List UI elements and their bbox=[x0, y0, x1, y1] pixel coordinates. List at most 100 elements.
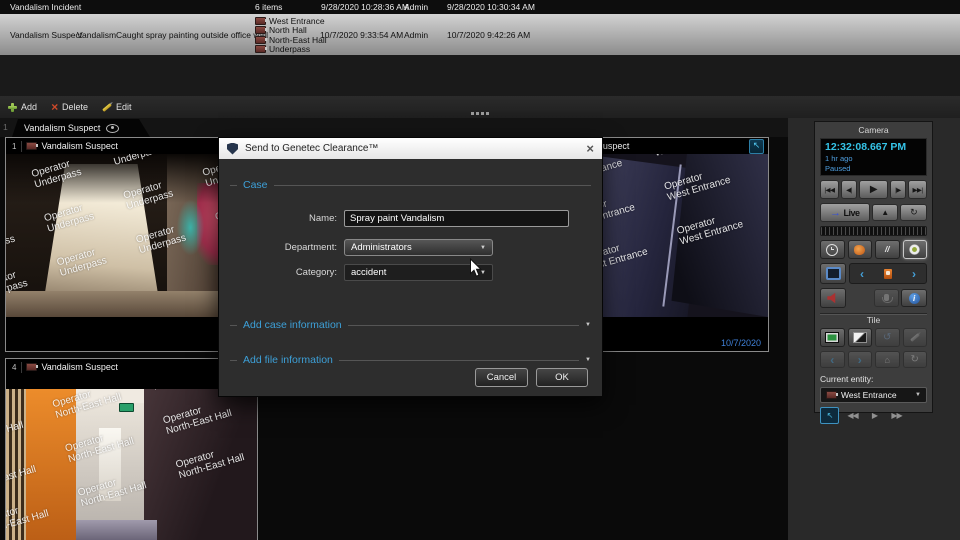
playback-state: Paused bbox=[825, 164, 851, 173]
department-value: Administrators bbox=[351, 242, 412, 253]
dialog-body: Case Name: Department: Administrators ▼ … bbox=[219, 159, 602, 395]
tile-tool-row-1: ↺ bbox=[820, 328, 927, 347]
stream-info-button[interactable] bbox=[901, 289, 928, 307]
refresh-button[interactable]: ↻ bbox=[902, 351, 927, 368]
incident-name: Vandalism Incident bbox=[10, 2, 82, 12]
dialog-title-bar[interactable]: Send to Genetec Clearance™ × bbox=[219, 138, 602, 159]
hall-end-door bbox=[98, 428, 122, 501]
playback-timestamp: 12:32:08.667 PM bbox=[825, 141, 907, 153]
step-forward-button[interactable]: |▶ bbox=[889, 180, 907, 199]
home-button[interactable]: ⌂ bbox=[875, 351, 900, 368]
camera-name: North Hall bbox=[269, 25, 307, 36]
chevron-left-icon: ‹ bbox=[830, 352, 835, 367]
add-case-info-label: Add case information bbox=[243, 319, 342, 331]
go-to-time-button[interactable] bbox=[820, 240, 845, 259]
send-to-clearance-dialog: Send to Genetec Clearance™ × Case Name: … bbox=[218, 137, 603, 397]
tool-row-1: // bbox=[820, 240, 927, 259]
live-label: Live bbox=[843, 207, 861, 218]
bookmark-nav-group: ‹ › bbox=[849, 263, 927, 284]
next-bookmark-button[interactable]: › bbox=[912, 268, 916, 280]
delete-button[interactable]: × Delete bbox=[51, 101, 88, 113]
add-file-info-label: Add file information bbox=[243, 354, 333, 366]
event-row-selected[interactable]: Vandalism Suspect Vandalism Caught spray… bbox=[0, 14, 960, 56]
add-button[interactable]: Add bbox=[8, 102, 37, 112]
slow-motion-button[interactable]: ▲ bbox=[871, 204, 899, 221]
select-tile-button[interactable]: ↖ bbox=[820, 407, 839, 424]
image-icon bbox=[852, 332, 867, 343]
info-icon bbox=[908, 292, 920, 304]
camera-name: North-East Hall bbox=[269, 34, 327, 45]
department-field-row: Department: Administrators ▼ bbox=[227, 239, 493, 256]
cancel-button[interactable]: Cancel bbox=[475, 368, 528, 387]
event-owner: Admin bbox=[404, 30, 429, 40]
name-input[interactable] bbox=[344, 210, 569, 227]
event-modified-time: 10/7/2020 9:42:26 AM bbox=[447, 30, 531, 40]
camera-list-item: North Hall bbox=[255, 25, 327, 36]
name-field-row: Name: bbox=[227, 210, 569, 227]
event-created-time: 10/7/2020 9:33:54 AM bbox=[320, 30, 404, 40]
undo-icon: ↺ bbox=[883, 332, 892, 343]
jump-start-button[interactable]: |◀◀ bbox=[820, 180, 839, 199]
playback-time-ago: 1 hr ago bbox=[825, 154, 853, 163]
tile-4-number: 4 bbox=[10, 361, 23, 373]
dialog-title: Send to Genetec Clearance™ bbox=[245, 143, 379, 154]
tile-1-title: Vandalism Suspect bbox=[41, 141, 118, 151]
current-entity-label: Current entity: bbox=[820, 374, 874, 384]
play-button[interactable]: ▶ bbox=[859, 180, 888, 199]
visual-tracking-button[interactable] bbox=[847, 240, 872, 259]
event-camera-list: West Entrance North Hall North-East Hall… bbox=[255, 16, 327, 54]
current-entity-dropdown[interactable]: West Entrance ▼ bbox=[820, 387, 927, 403]
chevron-right-icon: › bbox=[857, 352, 862, 367]
loop-playback-button[interactable]: ↻ bbox=[900, 204, 927, 221]
cycle-play-button[interactable]: ▶ bbox=[866, 408, 883, 423]
microphone-icon bbox=[881, 293, 893, 303]
splitter-handle[interactable] bbox=[471, 112, 491, 116]
event-category: Vandalism bbox=[77, 30, 117, 40]
tile-section-title: Tile bbox=[866, 315, 881, 325]
eye-icon bbox=[106, 124, 119, 133]
clock-icon bbox=[826, 243, 839, 256]
camera-icon bbox=[255, 26, 267, 35]
jump-end-button[interactable]: ▶▶| bbox=[908, 180, 927, 199]
previous-bookmark-button[interactable]: ‹ bbox=[860, 268, 864, 280]
go-live-button[interactable]: → Live bbox=[820, 203, 870, 222]
plus-icon bbox=[8, 102, 17, 112]
application-window: Vandalism Incident 6 items 9/28/2020 10:… bbox=[0, 0, 960, 540]
talk-button[interactable] bbox=[873, 289, 900, 307]
digital-zoom-button[interactable] bbox=[820, 263, 846, 284]
tab-vandalism-suspect[interactable]: Vandalism Suspect bbox=[12, 119, 150, 137]
case-section-header: Case bbox=[230, 179, 591, 191]
entity-cycle-row: ↖ ◀◀ ▶ ▶▶ bbox=[820, 407, 927, 424]
hall-dark-wall bbox=[144, 389, 257, 540]
timeline-scrubber[interactable] bbox=[820, 226, 927, 236]
undo-button[interactable]: ↺ bbox=[875, 328, 900, 347]
chevron-down-icon: ▼ bbox=[915, 392, 921, 398]
department-dropdown[interactable]: Administrators ▼ bbox=[344, 239, 493, 256]
camera-name: Underpass bbox=[269, 44, 311, 55]
forward-tile-button[interactable]: › bbox=[847, 351, 872, 368]
add-file-info-expander[interactable]: Add file information ▼ bbox=[230, 354, 591, 366]
bookmark-icon[interactable] bbox=[884, 268, 892, 279]
maximize-tile-button[interactable] bbox=[749, 138, 764, 154]
tab-index: 1 bbox=[3, 122, 8, 132]
monitor-button[interactable] bbox=[820, 328, 845, 347]
cycle-back-button[interactable]: ◀◀ bbox=[844, 408, 861, 423]
listen-button[interactable] bbox=[820, 288, 846, 308]
slow-speed-button[interactable]: // bbox=[875, 240, 900, 259]
ok-button[interactable]: OK bbox=[536, 368, 588, 387]
record-button[interactable] bbox=[902, 240, 927, 259]
incident-created-time: 9/28/2020 10:28:36 AM bbox=[321, 2, 409, 12]
snapshot-button[interactable] bbox=[847, 328, 872, 347]
tile-4-video[interactable]: OperatorNorth-East HallOperatorNorth-Eas… bbox=[6, 389, 257, 540]
incident-row[interactable]: Vandalism Incident 6 items 9/28/2020 10:… bbox=[0, 0, 960, 14]
category-field-row: Category: accident ▼ bbox=[227, 264, 493, 281]
back-tile-button[interactable]: ‹ bbox=[820, 351, 845, 368]
cycle-forward-button[interactable]: ▶▶ bbox=[888, 408, 905, 423]
speaker-icon bbox=[827, 292, 836, 304]
edit-tile-button[interactable] bbox=[902, 328, 927, 347]
step-back-button[interactable]: ◀| bbox=[840, 180, 858, 199]
add-case-info-expander[interactable]: Add case information ▼ bbox=[230, 319, 591, 331]
edit-button[interactable]: Edit bbox=[102, 102, 132, 112]
close-icon[interactable]: × bbox=[586, 142, 594, 155]
list-empty-area bbox=[0, 55, 960, 97]
